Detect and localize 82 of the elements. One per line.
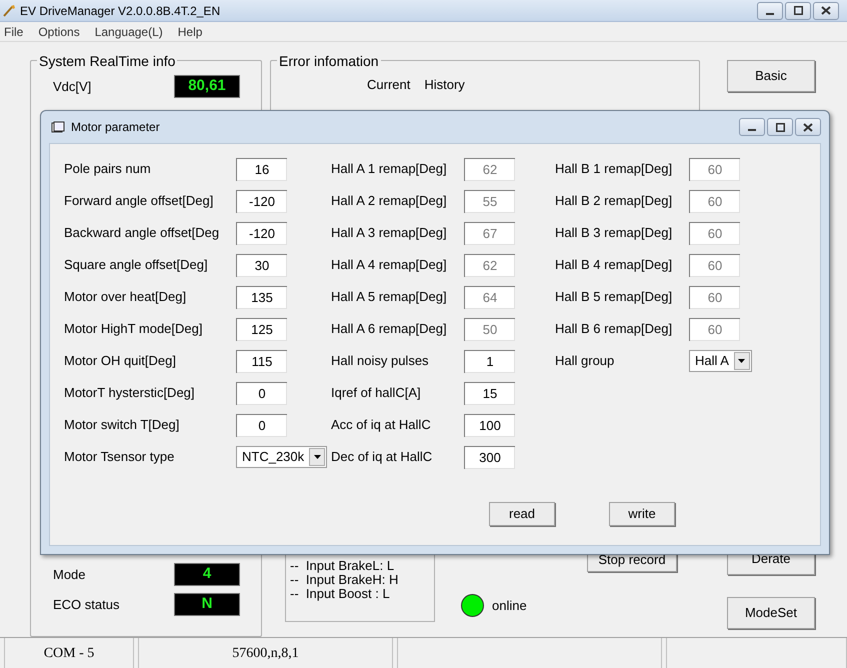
maximize-icon — [794, 6, 802, 15]
input-status: -- Input Boost : L — [290, 587, 391, 601]
field-label: Square angle offset[Deg] — [64, 256, 209, 274]
field-label: Motor Tsensor type — [64, 448, 176, 466]
input-field[interactable]: -120 — [236, 190, 287, 212]
field-label: Hall A 6 remap[Deg] — [331, 320, 448, 338]
field-label: Backward angle offset[Deg — [64, 224, 220, 242]
readout-label: Vdc[V] — [53, 78, 92, 96]
close-button[interactable] — [795, 118, 821, 136]
menu-item[interactable]: Options — [38, 22, 80, 40]
field-label: Dec of iq at HallC — [331, 448, 434, 466]
dialog-button[interactable]: write — [609, 502, 675, 526]
input-status: -- Input BrakeL: L — [290, 559, 396, 573]
input-field[interactable]: 1 — [464, 350, 515, 372]
app-icon — [2, 4, 16, 18]
field-label: Acc of iq at HallC — [331, 416, 432, 434]
column-header: Current — [367, 76, 410, 94]
side-button[interactable]: ModeSet — [727, 597, 815, 629]
field-label: Motor HighT mode[Deg] — [64, 320, 204, 338]
column-header: History — [424, 76, 465, 94]
close-button[interactable] — [813, 2, 839, 20]
input-field[interactable]: -120 — [236, 222, 287, 244]
field-label: Hall B 2 remap[Deg] — [555, 192, 674, 210]
readout-value: 80,61 — [174, 75, 240, 98]
dropdown[interactable]: NTC_230k — [236, 446, 328, 468]
field-label: Motor switch T[Deg] — [64, 416, 180, 434]
input-field[interactable]: 100 — [464, 414, 515, 436]
readout-value: 4 — [174, 563, 240, 586]
input-field[interactable]: 135 — [236, 286, 287, 308]
field-label: Forward angle offset[Deg] — [64, 192, 214, 210]
window-title: EV DriveManager V2.0.0.8B.4T.2_EN — [20, 2, 220, 20]
input-field[interactable]: 15 — [464, 382, 515, 404]
readout-label: ECO status — [53, 596, 120, 614]
dialog-title: Motor parameter — [71, 119, 160, 136]
window-icon — [51, 120, 65, 134]
maximize-button[interactable] — [767, 118, 793, 136]
readout-label: Mode — [53, 566, 87, 584]
status-label: online — [492, 596, 527, 615]
minimize-icon — [748, 129, 756, 131]
field-label: Iqref of hallC[A] — [331, 384, 422, 402]
menu-item[interactable]: Help — [178, 22, 202, 40]
field-label: Hall A 1 remap[Deg] — [331, 160, 448, 178]
status-cell: 57600,n,8,1 — [138, 638, 393, 668]
minimize-icon — [766, 12, 774, 14]
dialog-button[interactable]: read — [489, 502, 555, 526]
field-label: Hall group — [555, 352, 616, 370]
close-icon — [821, 6, 831, 15]
input-field[interactable]: 300 — [464, 446, 515, 468]
dropdown[interactable]: Hall A — [689, 350, 752, 372]
dropdown-arrow-icon — [738, 359, 746, 363]
field-label: Motor OH quit[Deg] — [64, 352, 177, 370]
field-label: Hall B 5 remap[Deg] — [555, 288, 674, 306]
field-label: Hall noisy pulses — [331, 352, 430, 370]
field-label: Hall B 1 remap[Deg] — [555, 160, 674, 178]
field-label: Pole pairs num — [64, 160, 152, 178]
minimize-button[interactable] — [757, 2, 783, 20]
input-field[interactable]: 115 — [236, 350, 287, 372]
minimize-button[interactable] — [739, 118, 765, 136]
field-label: Hall A 5 remap[Deg] — [331, 288, 448, 306]
menu-item[interactable]: File — [4, 22, 24, 40]
field-label: Hall A 3 remap[Deg] — [331, 224, 448, 242]
field-label: MotorT hysterstic[Deg] — [64, 384, 196, 402]
input-field[interactable]: 125 — [236, 318, 287, 340]
input-field[interactable]: 0 — [236, 414, 287, 436]
readout-value: N — [174, 593, 240, 616]
menu-item[interactable]: Language(L) — [94, 22, 163, 40]
maximize-button[interactable] — [785, 2, 811, 20]
close-icon — [803, 122, 813, 132]
side-button[interactable]: Basic — [727, 60, 815, 92]
maximize-icon — [776, 122, 784, 132]
field-label: Hall B 4 remap[Deg] — [555, 256, 674, 274]
input-field[interactable]: 30 — [236, 254, 287, 276]
field-label: Hall B 6 remap[Deg] — [555, 320, 674, 338]
input-field[interactable]: 16 — [236, 158, 287, 180]
input-field[interactable]: 0 — [236, 382, 287, 404]
field-label: Hall A 2 remap[Deg] — [331, 192, 448, 210]
input-status: -- Input BrakeH: H — [290, 573, 400, 587]
field-label: Hall A 4 remap[Deg] — [331, 256, 448, 274]
field-label: Motor over heat[Deg] — [64, 288, 188, 306]
status-cell: COM - 5 — [4, 638, 134, 668]
field-label: Hall B 3 remap[Deg] — [555, 224, 674, 242]
dropdown-arrow-icon — [314, 455, 321, 459]
